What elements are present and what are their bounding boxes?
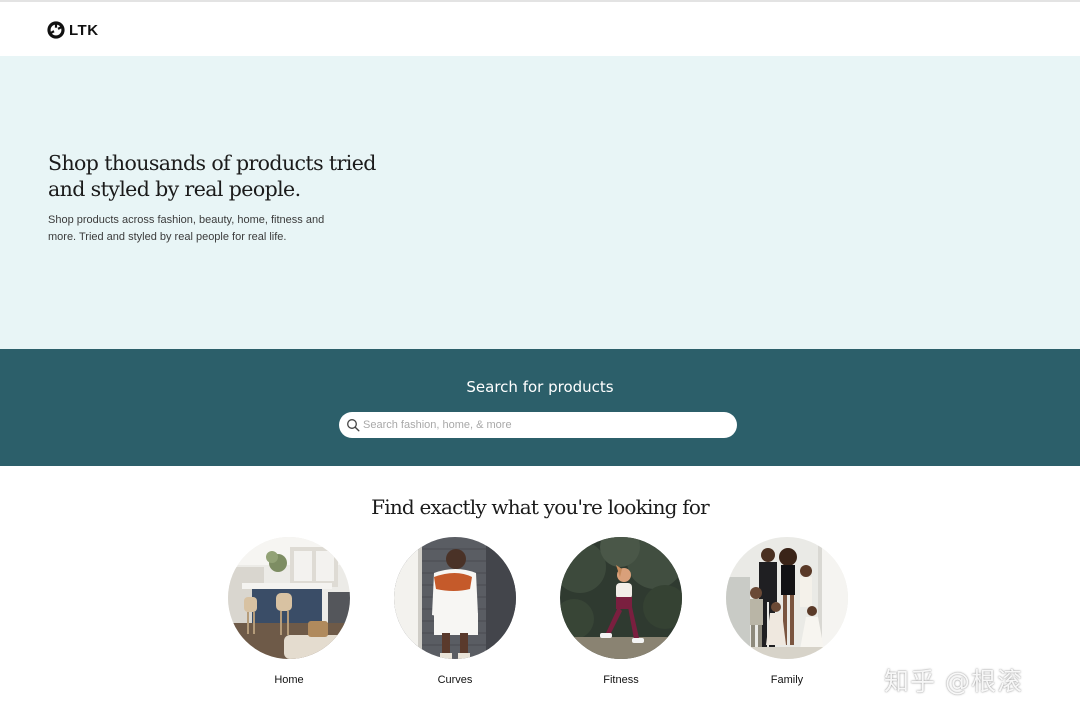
family-category-photo (726, 537, 848, 659)
hero-subtitle: Shop products across fashion, beauty, ho… (48, 214, 325, 243)
hero-section: Shop thousands of products tried and sty… (0, 56, 1080, 349)
category-label: Curves (437, 674, 473, 686)
curves-category-photo (394, 537, 516, 659)
category-fitness[interactable]: Fitness (560, 537, 684, 693)
category-home[interactable]: Home (228, 537, 352, 693)
category-family[interactable]: Family (726, 537, 850, 693)
category-curves[interactable]: Curves (394, 537, 518, 693)
ltk-logo-icon (47, 21, 65, 39)
search-title: Search for products (466, 378, 614, 396)
hero-title: Shop thousands of products tried and sty… (48, 151, 376, 201)
category-label: Home (274, 674, 304, 686)
home-category-photo (228, 537, 350, 659)
search-input[interactable] (363, 414, 723, 436)
category-label: Family (770, 674, 804, 686)
watermark-text: 知乎 @根滚 (884, 667, 1023, 696)
logo-text: LTK (69, 21, 99, 39)
top-navbar: LTK (0, 2, 1080, 56)
fitness-category-photo (560, 537, 682, 659)
ltk-logo[interactable]: LTK (47, 19, 99, 41)
categories-title: Find exactly what you're looking for (371, 495, 709, 519)
search-section: Search for products (0, 349, 1080, 466)
search-box[interactable] (339, 412, 737, 438)
search-icon (347, 419, 360, 432)
category-label: Fitness (603, 674, 639, 686)
